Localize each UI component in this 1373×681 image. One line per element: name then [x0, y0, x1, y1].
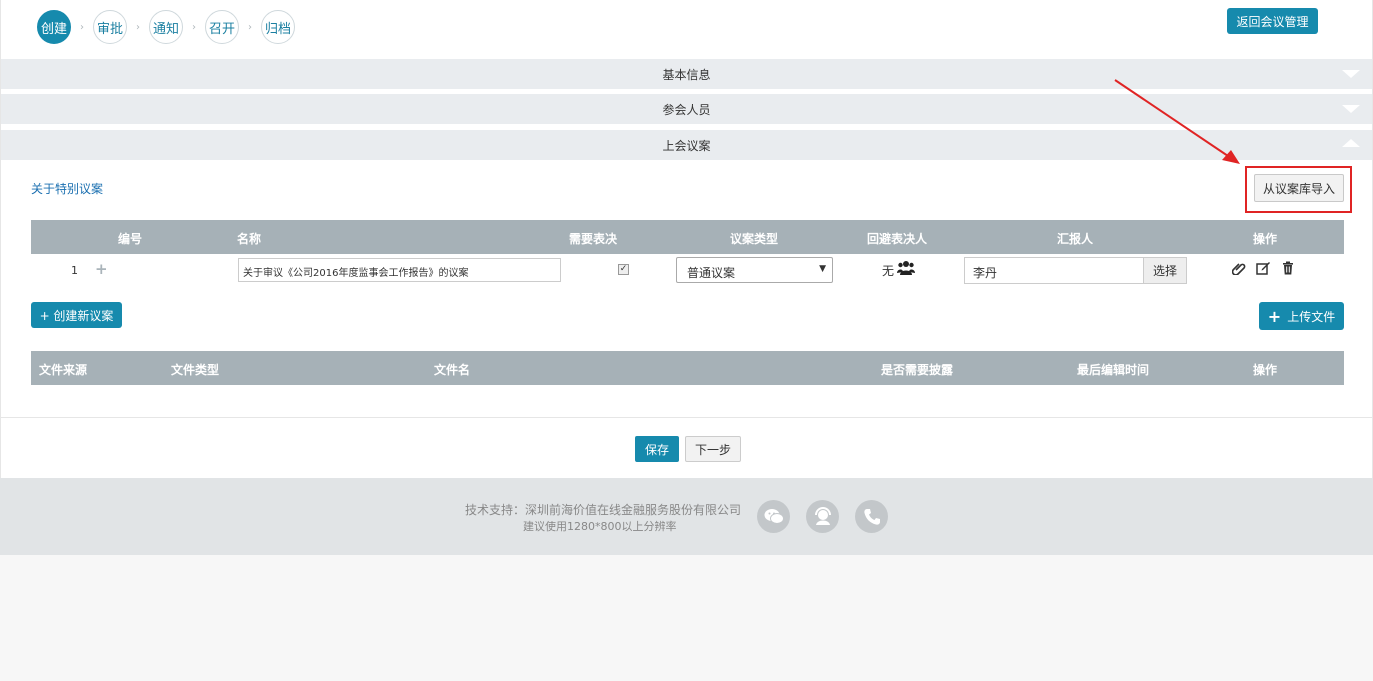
- col-header-recusal: 回避表决人: [867, 232, 928, 246]
- wechat-icon[interactable]: [757, 500, 790, 533]
- step-notify[interactable]: 通知: [149, 10, 183, 44]
- section-title: 参会人员: [662, 102, 711, 117]
- page-container: 创建 › 审批 › 通知 › 召开 › 归档 返回会议管理 基本信息 参会人员 …: [0, 0, 1373, 478]
- col-header-file-actions: 操作: [1253, 363, 1278, 377]
- col-header-file-name: 文件名: [434, 363, 471, 377]
- chevron-up-icon: [1342, 139, 1360, 147]
- annotation-highlight-box: [1245, 166, 1352, 213]
- chevron-right-icon: ›: [136, 21, 140, 33]
- section-header-participants[interactable]: 参会人员: [1, 94, 1372, 124]
- col-header-disclosure: 是否需要披露: [881, 363, 954, 377]
- plus-icon[interactable]: +: [95, 260, 108, 278]
- col-header-number: 编号: [118, 232, 143, 246]
- phone-icon[interactable]: [855, 500, 888, 533]
- step-create[interactable]: 创建: [37, 10, 71, 44]
- step-convene[interactable]: 召开: [205, 10, 239, 44]
- needs-vote-checkbox[interactable]: ✓: [618, 264, 629, 275]
- motion-type-select[interactable]: 普通议案 ▼: [676, 257, 833, 283]
- upload-file-button[interactable]: + 上传文件: [1259, 302, 1344, 330]
- caret-down-icon: ▼: [819, 264, 826, 274]
- recusal-value: 无: [882, 264, 895, 278]
- col-header-reporter: 汇报人: [1057, 232, 1094, 246]
- col-header-needs-vote: 需要表决: [569, 232, 618, 246]
- step-approve[interactable]: 审批: [93, 10, 127, 44]
- footer-resolution-text: 建议使用1280*800以上分辨率: [523, 520, 677, 533]
- col-header-file-source: 文件来源: [39, 363, 88, 377]
- reporter-input[interactable]: 李丹: [964, 257, 1144, 284]
- section-title: 上会议案: [662, 138, 711, 153]
- table-row: 1 + 关于审议《公司2016年度监事会工作报告》的议案 ✓ 普通议案 ▼ 无 …: [31, 254, 1344, 286]
- save-button[interactable]: 保存: [635, 436, 679, 462]
- chevron-right-icon: ›: [248, 21, 252, 33]
- section-header-motions[interactable]: 上会议案: [1, 130, 1372, 160]
- users-group-icon[interactable]: [897, 260, 915, 279]
- return-meeting-management-button[interactable]: 返回会议管理: [1227, 8, 1318, 34]
- col-header-type: 议案类型: [730, 232, 779, 246]
- col-header-actions: 操作: [1253, 232, 1278, 246]
- chevron-right-icon: ›: [192, 21, 196, 33]
- chevron-down-icon: [1342, 105, 1360, 113]
- motion-number: 1: [71, 264, 78, 277]
- motion-type-value: 普通议案: [687, 266, 736, 280]
- select-reporter-button[interactable]: 选择: [1143, 257, 1187, 284]
- chevron-right-icon: ›: [80, 21, 84, 33]
- upload-file-label: 上传文件: [1287, 309, 1336, 324]
- step-archive[interactable]: 归档: [261, 10, 295, 44]
- footer: 技术支持：深圳前海价值在线金融服务股份有限公司 建议使用1280*800以上分辨…: [0, 478, 1373, 555]
- files-table-header: 文件来源 文件类型 文件名 是否需要披露 最后编辑时间 操作: [31, 351, 1344, 385]
- step-progress: 创建 › 审批 › 通知 › 召开 › 归档: [37, 10, 295, 44]
- special-motion-link[interactable]: 关于特别议案: [31, 180, 103, 197]
- paperclip-icon[interactable]: [1231, 261, 1246, 278]
- footer-support-text: 技术支持：深圳前海价值在线金融服务股份有限公司: [465, 503, 742, 517]
- section-header-basic-info[interactable]: 基本信息: [1, 59, 1372, 89]
- col-header-last-edit: 最后编辑时间: [1077, 363, 1150, 377]
- support-agent-icon[interactable]: [806, 500, 839, 533]
- create-motion-button[interactable]: + 创建新议案: [31, 302, 122, 328]
- col-header-file-type: 文件类型: [171, 363, 220, 377]
- plus-icon: +: [1267, 306, 1282, 326]
- motion-name-input[interactable]: 关于审议《公司2016年度监事会工作报告》的议案: [238, 258, 561, 282]
- motions-table-header: 编号 名称 需要表决 议案类型 回避表决人 汇报人 操作: [31, 220, 1344, 254]
- trash-icon[interactable]: [1282, 261, 1294, 278]
- section-title: 基本信息: [662, 67, 711, 82]
- chevron-down-icon: [1342, 70, 1360, 78]
- edit-icon[interactable]: [1256, 261, 1271, 278]
- next-step-button[interactable]: 下一步: [685, 436, 741, 462]
- col-header-name: 名称: [237, 232, 262, 246]
